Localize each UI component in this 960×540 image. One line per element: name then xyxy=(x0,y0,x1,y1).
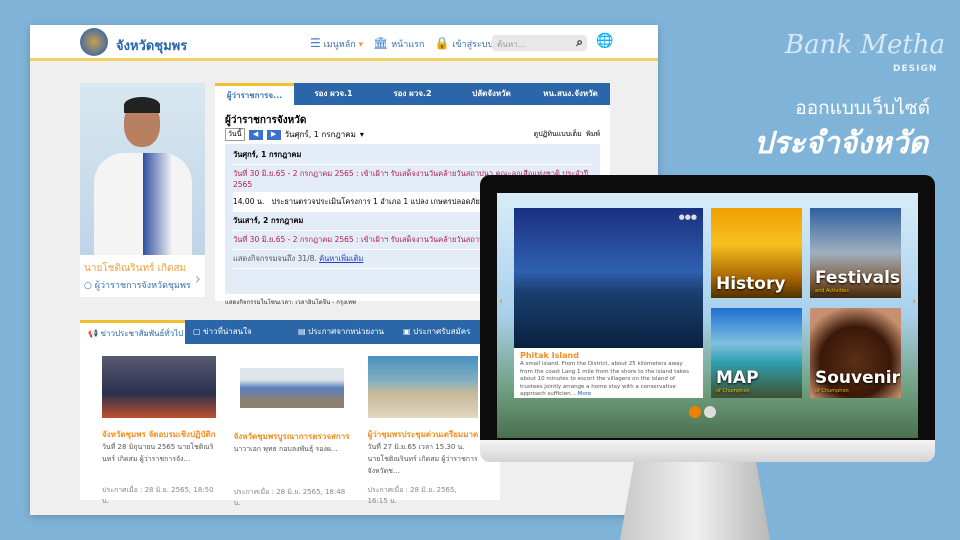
news-body: วันที่ 28 มิถุนายน 2565 นายโชติณรินทร์ เ… xyxy=(102,443,214,463)
prev-button[interactable]: ◀ xyxy=(248,129,263,140)
menu-button[interactable]: ☰ เมนูหลัก ▾ xyxy=(310,36,363,51)
tile-souvenir[interactable]: Souvenir of Chumphon xyxy=(810,308,901,398)
governor-photo xyxy=(80,83,205,255)
featured-card[interactable]: ●●● Phitak Island A small island. From t… xyxy=(514,208,703,398)
news-image xyxy=(367,356,479,418)
search-input[interactable]: ค้นหา... ⌕ xyxy=(492,35,587,51)
shown-until: แสดงกิจกรรมจนถึง 31/8. xyxy=(233,254,317,263)
slide-dots[interactable]: ●●● xyxy=(679,213,697,221)
featured-image: ●●● xyxy=(514,208,703,348)
megaphone-icon: 📢 xyxy=(88,329,98,338)
featured-title[interactable]: Phitak Island xyxy=(514,348,703,361)
news-panel: 📢 ข่าวประชาสัมพันธ์ทั่วไป ▢ ข่าวที่น่าสน… xyxy=(80,320,500,507)
news-body: นาวาเอก พุทธ กอบลงพันธุ์ รองผ... xyxy=(233,445,338,453)
promo-line-1: ออกแบบเว็บไซต์ xyxy=(795,97,930,119)
id-card-icon: ▣ xyxy=(403,327,411,336)
bank-icon: 🏛 xyxy=(373,36,389,50)
news-image xyxy=(102,356,216,418)
governor-card[interactable]: นายโชติณรินทร์ เกิดสม ○ ผู้ว่าราชการจังห… xyxy=(80,83,205,297)
tab-permanent-secretary[interactable]: ปลัดจังหวัด xyxy=(452,83,531,105)
search-icon[interactable]: ⌕ xyxy=(576,35,583,50)
tile-map[interactable]: MAP of Chumphon xyxy=(711,308,802,398)
tab-deputy-1[interactable]: รอง ผวจ.1 xyxy=(294,83,373,105)
news-title[interactable]: จังหวัดชุมพร จัดอบรมเชิงปฏิบัติก xyxy=(102,428,216,441)
tab-governor[interactable]: ผู้ว่าราชการจ... xyxy=(215,83,294,105)
view-full-link[interactable]: ดูปฏิทินแบบเต็ม xyxy=(534,130,582,138)
next-arrow-icon[interactable]: › xyxy=(912,296,916,307)
caret-down-icon: ▾ xyxy=(358,40,364,50)
login-link[interactable]: 🔒 เข้าสู่ระบบ xyxy=(434,36,493,51)
search-more-link[interactable]: ค้นหาเพิ่มเติม xyxy=(319,254,363,263)
current-date[interactable]: วันศุกร์, 1 กรกฎาคม xyxy=(285,128,356,141)
featured-body: A small island. From the District, about… xyxy=(520,361,689,397)
news-date: ประกาศเมื่อ : 28 มิ.ย. 2565, 18:48 น. xyxy=(233,488,346,507)
tile-festivals[interactable]: Festivals and Activities xyxy=(810,208,901,298)
more-link[interactable]: More xyxy=(578,391,592,397)
globe-icon[interactable]: 🌐 xyxy=(596,33,613,49)
monitor-chin xyxy=(480,440,935,462)
monitor-screen: ‹ › ●●● Phitak Island A small island. Fr… xyxy=(497,193,918,438)
brand-sub: DESIGN xyxy=(893,64,938,74)
governor-role: ○ ผู้ว่าราชการจังหวัดชุมพร xyxy=(84,281,191,291)
tab-office-head[interactable]: หน.สนง.จังหวัด xyxy=(531,83,610,105)
news-title[interactable]: ผู้ว่าชุมพรประชุมด่วนเตรียมมาต xyxy=(368,428,479,441)
brand-logo: Bank Metha xyxy=(785,30,946,60)
news-title[interactable]: จังหวัดชุมพรบูรณาการตรวจสการ xyxy=(234,430,350,443)
tab-interesting-news[interactable]: ▢ ข่าวที่น่าสนใจ xyxy=(185,320,290,344)
tab-announcements[interactable]: ▤ ประกาศจากหน่วยงาน xyxy=(290,320,395,344)
site-title[interactable]: จังหวัดชุมพร xyxy=(116,35,187,56)
chevron-right-icon[interactable]: › xyxy=(195,269,201,288)
news-item[interactable]: จังหวัดชุมพร จัดอบรมเชิงปฏิบัติกวันที่ 2… xyxy=(102,356,216,509)
news-date: ประกาศเมื่อ : 28 มิ.ย. 2565, 18:50 น. xyxy=(102,486,214,505)
next-button[interactable]: ▶ xyxy=(266,129,281,140)
today-button[interactable]: วันนี้ xyxy=(225,128,245,141)
governor-name: นายโชติณรินทร์ เกิดสม xyxy=(84,263,187,274)
province-logo[interactable] xyxy=(80,28,108,56)
pager-dot[interactable] xyxy=(689,406,701,418)
home-link[interactable]: 🏛 หน้าแรก xyxy=(373,36,424,51)
site-header: จังหวัดชุมพร ☰ เมนูหลัก ▾ 🏛 หน้าแรก 🔒 เข… xyxy=(30,25,658,61)
news-image xyxy=(239,368,344,408)
promo-line-2: ประจำจังหวัด xyxy=(753,126,928,161)
tile-history[interactable]: History xyxy=(711,208,802,298)
list-icon: ☰ xyxy=(310,36,321,50)
news-item[interactable]: ผู้ว่าชุมพรประชุมด่วนเตรียมมาตวันที่ 27 … xyxy=(367,356,479,509)
lock-icon: 🔒 xyxy=(434,36,450,50)
pager-dot[interactable] xyxy=(704,406,716,418)
caret-down-icon[interactable]: ▾ xyxy=(360,130,364,139)
news-item[interactable]: จังหวัดชุมพรบูรณาการตรวจสการนาวาเอก พุทธ… xyxy=(234,356,350,509)
tv-icon: ▢ xyxy=(193,327,201,336)
prev-arrow-icon[interactable]: ‹ xyxy=(499,296,503,307)
monitor-stand xyxy=(620,456,770,540)
slider-pager[interactable] xyxy=(689,406,716,418)
document-icon: ▤ xyxy=(298,327,306,336)
calendar-title: ผู้ว่าราชการจังหวัด xyxy=(225,115,307,126)
print-button[interactable]: พิมพ์ xyxy=(586,130,600,138)
tab-deputy-2[interactable]: รอง ผวจ.2 xyxy=(373,83,452,105)
agenda-day: วันศุกร์, 1 กรกฎาคม xyxy=(233,146,592,165)
tab-general-news[interactable]: 📢 ข่าวประชาสัมพันธ์ทั่วไป xyxy=(80,320,185,344)
news-body: วันที่ 27 มิ.ย.65 เวลา 15.30 น. นายโชติณ… xyxy=(367,443,478,475)
news-date: ประกาศเมื่อ : 28 มิ.ย. 2565, 16:15 น. xyxy=(367,486,457,505)
